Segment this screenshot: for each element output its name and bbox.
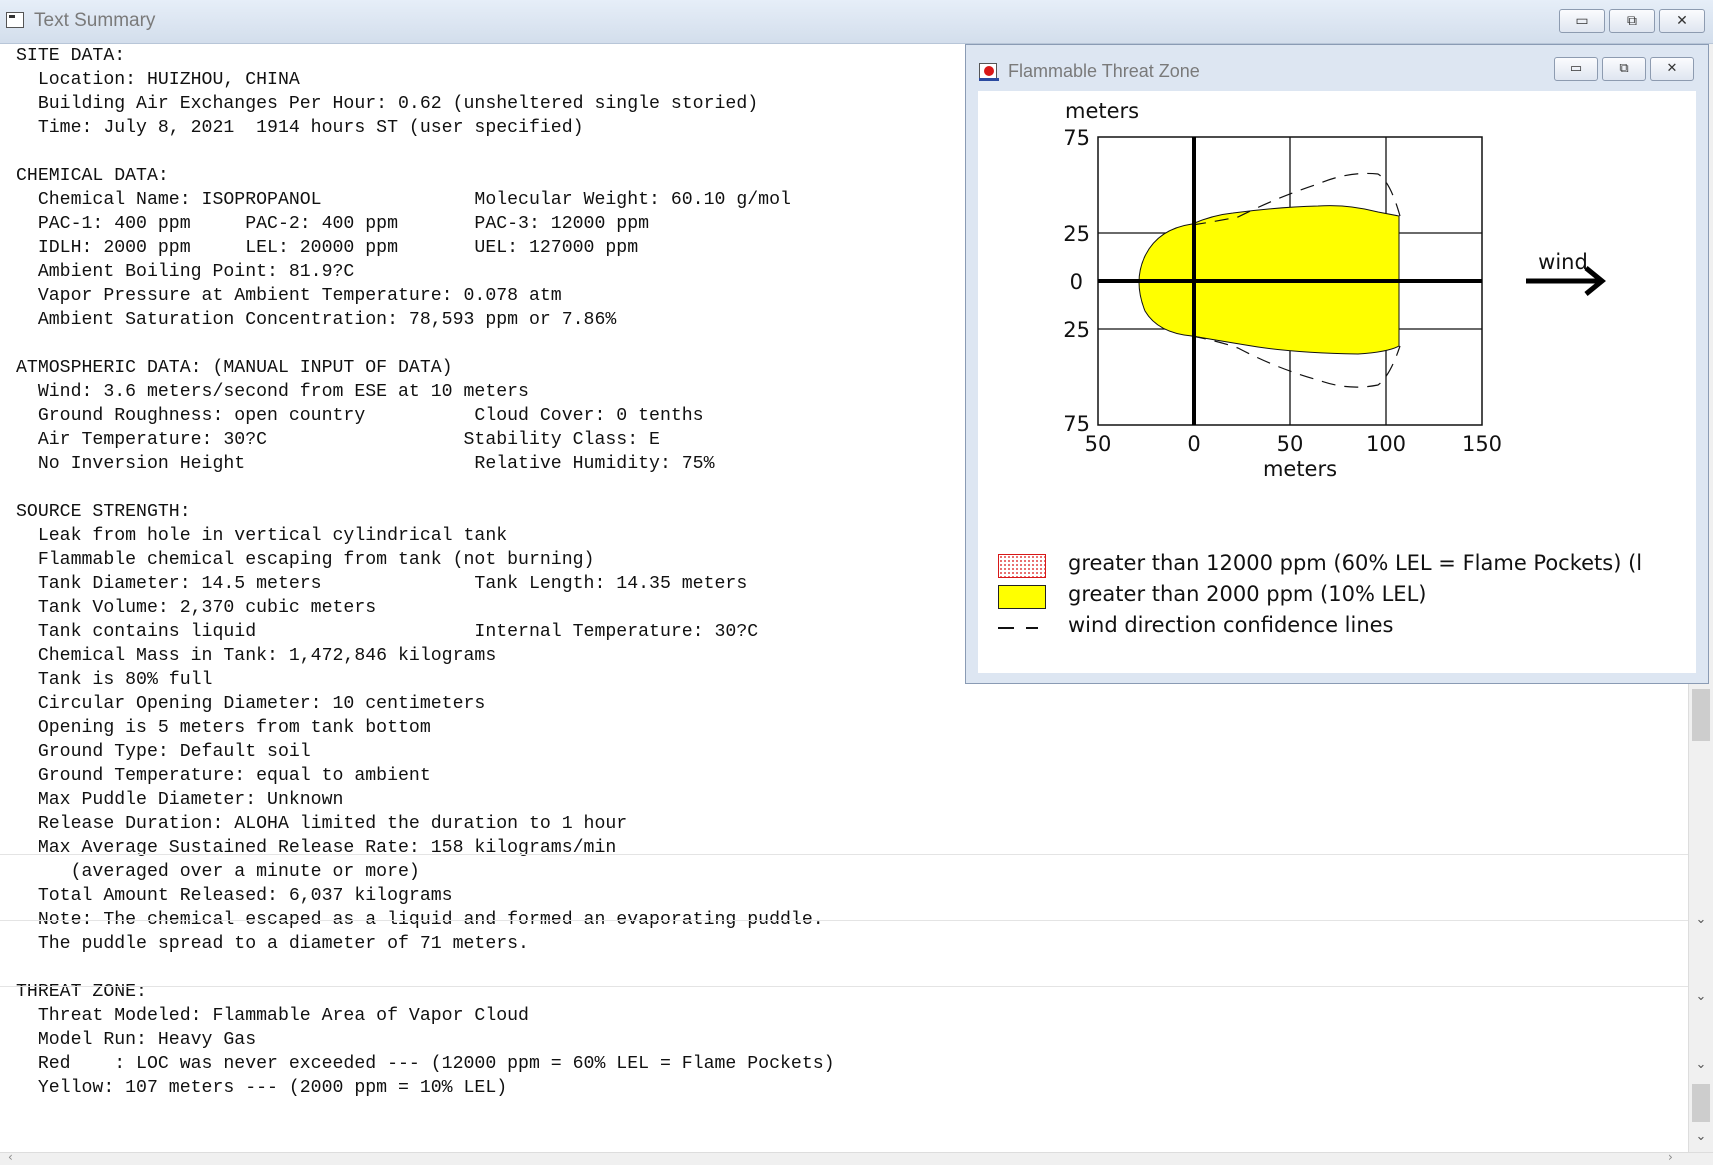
threat-window-controls: ▭ ⧉ ✕ [1554,57,1694,81]
window-controls: ▭ ⧉ ✕ [1559,9,1705,33]
y-tick-label: 25 [1063,318,1090,342]
x-tick-label: 50 [1277,432,1304,456]
y-tick-label: 25 [1063,222,1090,246]
x-axis-unit: meters [1263,457,1337,481]
legend-label: wind direction confidence lines [1068,613,1394,637]
legend-swatch-red [998,554,1046,578]
wind-label: wind [1538,250,1588,274]
y-tick-label: 0 [1070,270,1083,294]
close-button[interactable]: ✕ [1650,57,1694,81]
scroll-down-arrow[interactable]: ⌄ [1689,909,1713,931]
x-tick-label: 100 [1366,432,1406,456]
threat-zone-icon [979,63,999,81]
divider [0,920,1688,921]
divider [0,986,1688,987]
scroll-thumb[interactable] [1692,689,1710,741]
horizontal-scrollbar[interactable]: ‹ › [0,1150,1713,1165]
close-button[interactable]: ✕ [1659,9,1705,33]
main-titlebar: Text Summary ▭ ⧉ ✕ [0,0,1713,44]
y-tick-label: 75 [1063,126,1090,150]
x-tick-label: 50 [1085,432,1112,456]
legend-swatch-dashed [998,627,1046,629]
window-title: Text Summary [34,10,156,31]
scroll-right-arrow[interactable]: › [1668,1150,1673,1164]
scroll-down-arrow[interactable]: ⌄ [1689,986,1713,1008]
minimize-button[interactable]: ▭ [1554,57,1598,81]
scroll-left-arrow[interactable]: ‹ [8,1150,13,1164]
minimize-button[interactable]: ▭ [1559,9,1605,33]
scroll-down-arrow[interactable]: ⌄ [1689,1126,1713,1148]
scroll-down-arrow[interactable]: ⌄ [1689,1054,1713,1076]
threat-zone-plot-area: meters 75 25 0 25 75 50 0 50 100 150 met… [978,91,1696,673]
scroll-thumb[interactable] [1692,1084,1710,1122]
y-axis-unit: meters [1065,99,1139,123]
legend-label: greater than 2000 ppm (10% LEL) [1068,582,1427,606]
divider [0,854,1688,855]
x-tick-label: 150 [1462,432,1502,456]
threat-zone-window[interactable]: Flammable Threat Zone ▭ ⧉ ✕ meters 75 25… [965,44,1709,684]
maximize-button[interactable]: ⧉ [1609,9,1655,33]
maximize-button[interactable]: ⧉ [1602,57,1646,81]
legend-swatch-yellow [998,585,1046,609]
threat-zone-title: Flammable Threat Zone [1008,61,1200,81]
app-icon [6,12,24,28]
legend-label: greater than 12000 ppm (60% LEL = Flame … [1068,551,1643,575]
report-text: SITE DATA: Location: HUIZHOU, CHINA Buil… [16,46,835,1098]
x-tick-label: 0 [1187,432,1200,456]
